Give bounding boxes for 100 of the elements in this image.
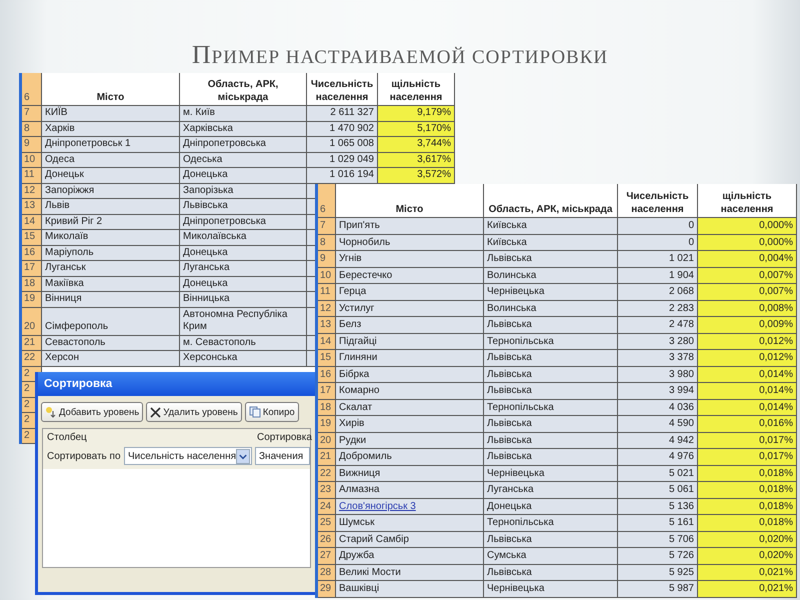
- row-number: 19: [22, 292, 42, 308]
- population-cell: 5 987: [618, 581, 698, 598]
- row-number: 29: [318, 581, 336, 598]
- city-cell: Херсон: [42, 351, 180, 366]
- column-select[interactable]: Чисельність населення: [124, 447, 252, 465]
- population-cell: 4 590: [618, 416, 698, 432]
- row-number: 20: [22, 308, 42, 336]
- city-cell: Севастополь: [42, 336, 180, 351]
- row-number: 7: [318, 218, 336, 234]
- toolbar-button[interactable]: Удалить уровень: [146, 402, 242, 422]
- city-cell: Алмазна: [336, 482, 484, 498]
- region-cell: Харківська: [180, 122, 307, 137]
- grid-header: Сортировка: [256, 432, 312, 442]
- row-number: 14: [22, 214, 42, 230]
- cell-link[interactable]: Слов'яногірськ 3: [336, 498, 484, 515]
- population-cell: 1 470 902: [307, 122, 378, 137]
- region-cell: Запорізька: [180, 184, 307, 199]
- region-cell: Вінницька: [180, 292, 307, 308]
- city-cell: Вашківці: [336, 581, 484, 598]
- region-cell: Львівська: [484, 532, 618, 548]
- city-cell: Добромиль: [336, 449, 484, 466]
- density-cell: 9,179%: [378, 106, 455, 122]
- caret-icon: [236, 448, 250, 464]
- density-cell: 0,018%: [698, 482, 797, 498]
- population-cell: 3 980: [618, 366, 698, 383]
- city-cell: Глиняни: [336, 350, 484, 366]
- row-number: 27: [318, 548, 336, 564]
- population-cell: 4 036: [618, 400, 698, 416]
- density-cell: 0,018%: [698, 515, 797, 532]
- population-cell: 3 280: [618, 334, 698, 350]
- column-header: Місто: [42, 73, 180, 106]
- city-cell: Сімферополь: [42, 308, 180, 336]
- region-cell: Львівська: [180, 199, 307, 214]
- city-cell: Устилуг: [336, 300, 484, 317]
- sort-on-field[interactable]: Значения: [255, 447, 310, 465]
- column-header: щільність населення: [698, 184, 797, 218]
- city-cell: Белз: [336, 317, 484, 334]
- region-cell: Київська: [484, 218, 618, 234]
- row-number: 13: [22, 199, 42, 214]
- city-cell: Чорнобиль: [336, 234, 484, 251]
- population-cell: 5 021: [618, 466, 698, 482]
- toolbar-button[interactable]: Добавить уровень: [41, 402, 144, 422]
- region-cell: Дніпропетровська: [180, 214, 307, 230]
- density-cell: 0,016%: [698, 416, 797, 432]
- row-number: 17: [318, 383, 336, 400]
- city-cell: Старий Самбір: [336, 532, 484, 548]
- region-cell: Миколаївська: [180, 230, 307, 246]
- population-cell: 4 942: [618, 432, 698, 449]
- row-number: 26: [318, 532, 336, 548]
- city-cell: Великі Мости: [336, 564, 484, 581]
- population-cell: 5 161: [618, 515, 698, 532]
- city-cell: Вінниця: [42, 292, 180, 308]
- region-cell: Тернопільська: [484, 515, 618, 532]
- city-cell: КИЇВ: [42, 106, 180, 122]
- row-number: 17: [22, 261, 42, 276]
- region-cell: Львівська: [484, 317, 618, 334]
- region-cell: Волинська: [484, 268, 618, 284]
- density-cell: 0,012%: [698, 350, 797, 366]
- density-cell: 0,008%: [698, 300, 797, 317]
- population-cell: 1 065 008: [307, 137, 378, 152]
- region-cell: Сумська: [484, 548, 618, 564]
- toolbar-button[interactable]: Копиро: [244, 402, 299, 422]
- region-cell: Львівська: [484, 251, 618, 268]
- city-cell: Вижниця: [336, 466, 484, 482]
- density-cell: 0,004%: [698, 251, 797, 268]
- density-cell: 3,617%: [378, 152, 455, 168]
- row-number: 13: [318, 317, 336, 334]
- city-cell: Угнів: [336, 251, 484, 268]
- row-number: 16: [318, 366, 336, 383]
- population-cell: 5 706: [618, 532, 698, 548]
- row-number: 19: [318, 416, 336, 432]
- row-number: 9: [22, 137, 42, 152]
- city-cell: Луганськ: [42, 261, 180, 276]
- region-cell: Чернівецька: [484, 466, 618, 482]
- region-cell: Львівська: [484, 383, 618, 400]
- region-cell: Одеська: [180, 152, 307, 168]
- region-cell: Львівська: [484, 564, 618, 581]
- city-cell: Бібрка: [336, 366, 484, 383]
- close-icon: [150, 406, 162, 418]
- population-cell: 1 904: [618, 268, 698, 284]
- density-cell: 0,021%: [698, 564, 797, 581]
- city-cell: Берестечко: [336, 268, 484, 284]
- population-cell: 5 061: [618, 482, 698, 498]
- copy-icon: [248, 406, 261, 418]
- row-number: 16: [22, 246, 42, 261]
- population-cell: 2 283: [618, 300, 698, 317]
- row-number: 9: [318, 251, 336, 268]
- population-cell: 2 611 327: [307, 106, 378, 122]
- region-cell: Львівська: [484, 416, 618, 432]
- city-cell: Дніпропетровськ 1: [42, 137, 180, 152]
- row-number: 25: [318, 515, 336, 532]
- population-cell: 5 925: [618, 564, 698, 581]
- population-cell: 1 016 194: [307, 168, 378, 184]
- row-number: 22: [318, 466, 336, 482]
- city-cell: Герца: [336, 284, 484, 300]
- city-cell: Прип'ять: [336, 218, 484, 234]
- population-cell: 5 726: [618, 548, 698, 564]
- region-cell: Тернопільська: [484, 334, 618, 350]
- region-cell: Київська: [484, 234, 618, 251]
- row-number: 23: [318, 482, 336, 498]
